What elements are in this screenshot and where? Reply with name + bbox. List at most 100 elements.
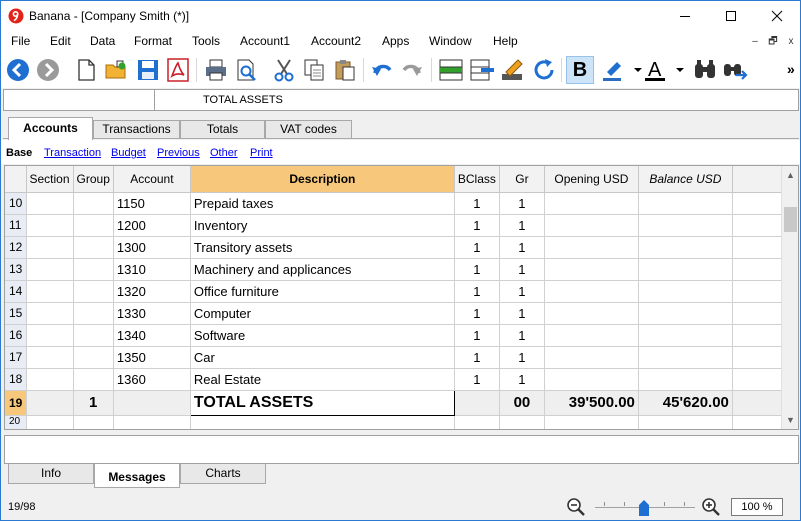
font-color-button[interactable]: A (641, 56, 669, 84)
row-number[interactable]: 18 (5, 368, 27, 391)
title-bar[interactable]: Banana - [Company Smith (*)] (1, 1, 800, 31)
cell-section[interactable] (26, 302, 74, 325)
column-header-section[interactable]: Section (26, 166, 74, 193)
recheck-button[interactable] (530, 56, 558, 84)
cell-section[interactable] (26, 214, 74, 237)
redo-button[interactable] (398, 56, 426, 84)
cell-opening[interactable]: 39'500.00 (544, 390, 639, 416)
cell-account[interactable]: 1320 (113, 280, 191, 303)
table-row[interactable]: 20 (5, 415, 788, 429)
cell-group[interactable] (73, 346, 114, 369)
menu-account2[interactable]: Account2 (311, 34, 361, 48)
cell-bclass[interactable] (454, 415, 500, 429)
row-number[interactable]: 15 (5, 302, 27, 325)
cell-balance[interactable]: 45'620.00 (638, 390, 733, 416)
menu-file[interactable]: File (11, 34, 30, 48)
zoom-out-icon[interactable] (566, 497, 586, 517)
cell-group[interactable] (73, 258, 114, 281)
cell-bclass[interactable]: 1 (454, 236, 500, 259)
cell-group[interactable]: 1 (73, 390, 114, 416)
table-row[interactable]: 17 1350 Car 1 1 (5, 346, 788, 369)
close-button[interactable] (754, 1, 800, 31)
cell-group[interactable] (73, 368, 114, 391)
table-row[interactable]: 18 1360 Real Estate 1 1 (5, 368, 788, 391)
delete-rows-button[interactable] (468, 56, 496, 84)
menu-account1[interactable]: Account1 (240, 34, 290, 48)
cell-section[interactable] (26, 390, 74, 416)
cell-opening[interactable] (544, 324, 639, 347)
cell-gr[interactable] (499, 415, 545, 429)
maximize-button[interactable] (708, 1, 754, 31)
cell-gr[interactable]: 1 (499, 214, 545, 237)
view-transaction[interactable]: Transaction (44, 147, 101, 159)
cell-gr[interactable]: 1 (499, 346, 545, 369)
cell-account[interactable]: 1360 (113, 368, 191, 391)
scroll-down-icon[interactable]: ▼ (786, 415, 795, 425)
cell-opening[interactable] (544, 258, 639, 281)
cell-balance[interactable] (638, 302, 733, 325)
cell-gr[interactable]: 1 (499, 192, 545, 215)
column-header-group[interactable]: Group (73, 166, 114, 193)
font-color-dropdown[interactable] (666, 56, 694, 84)
highlight-button[interactable] (599, 56, 627, 84)
paste-button[interactable] (331, 56, 359, 84)
view-print[interactable]: Print (250, 147, 273, 159)
cell-section[interactable] (26, 258, 74, 281)
cell-description[interactable]: Inventory (190, 214, 455, 237)
print-preview-button[interactable] (233, 56, 261, 84)
menu-help[interactable]: Help (493, 34, 518, 48)
cell-account[interactable]: 1330 (113, 302, 191, 325)
cell-description[interactable] (190, 415, 455, 429)
cell-balance[interactable] (638, 415, 733, 429)
cell-balance[interactable] (638, 368, 733, 391)
find-button[interactable] (691, 56, 719, 84)
cell-bclass[interactable]: 1 (454, 280, 500, 303)
zoom-slider-thumb[interactable] (638, 499, 650, 517)
row-number[interactable]: 19 (5, 390, 27, 416)
tab-accounts[interactable]: Accounts (8, 117, 93, 140)
undo-button[interactable] (368, 56, 396, 84)
cell-description[interactable]: Car (190, 346, 455, 369)
menu-edit[interactable]: Edit (50, 34, 71, 48)
column-header-bclass[interactable]: BClass (454, 166, 500, 193)
pdf-button[interactable] (164, 56, 192, 84)
column-header-balance[interactable]: Balance USD (638, 166, 733, 193)
table-row[interactable]: 13 1310 Machinery and applicances 1 1 (5, 258, 788, 281)
cell-section[interactable] (26, 324, 74, 347)
row-number[interactable]: 14 (5, 280, 27, 303)
mdi-restore-icon[interactable]: 🗗 (767, 36, 779, 48)
cell-description[interactable]: Prepaid taxes (190, 192, 455, 215)
cut-button[interactable] (270, 56, 298, 84)
cell-balance[interactable] (638, 214, 733, 237)
tab-transactions[interactable]: Transactions (93, 120, 180, 139)
cell-opening[interactable] (544, 214, 639, 237)
scroll-thumb[interactable] (784, 207, 797, 232)
menu-data[interactable]: Data (90, 34, 115, 48)
cell-opening[interactable] (544, 236, 639, 259)
cell-gr[interactable]: 1 (499, 324, 545, 347)
cell-opening[interactable] (544, 302, 639, 325)
cell-section[interactable] (26, 368, 74, 391)
column-header-opening[interactable]: Opening USD (544, 166, 639, 193)
column-header-description[interactable]: Description (190, 166, 455, 193)
table-row[interactable]: 12 1300 Transitory assets 1 1 (5, 236, 788, 259)
cell-bclass[interactable]: 1 (454, 324, 500, 347)
cell-description-selected[interactable]: TOTAL ASSETS (189, 389, 455, 416)
mdi-minimize-icon[interactable]: – (749, 36, 761, 48)
cell-group[interactable] (73, 415, 114, 429)
tab-info[interactable]: Info (8, 464, 94, 484)
cell-group[interactable] (73, 302, 114, 325)
scroll-up-icon[interactable]: ▲ (786, 170, 795, 180)
cell-gr[interactable]: 1 (499, 258, 545, 281)
cell-gr[interactable]: 1 (499, 302, 545, 325)
table-row[interactable]: 15 1330 Computer 1 1 (5, 302, 788, 325)
cell-description[interactable]: Office furniture (190, 280, 455, 303)
menu-window[interactable]: Window (429, 34, 472, 48)
menu-tools[interactable]: Tools (192, 34, 220, 48)
cell-bclass[interactable]: 1 (454, 192, 500, 215)
cell-description[interactable]: Machinery and applicances (190, 258, 455, 281)
forward-button[interactable] (34, 56, 62, 84)
cell-opening[interactable] (544, 346, 639, 369)
menu-apps[interactable]: Apps (382, 34, 409, 48)
new-file-button[interactable] (72, 56, 100, 84)
